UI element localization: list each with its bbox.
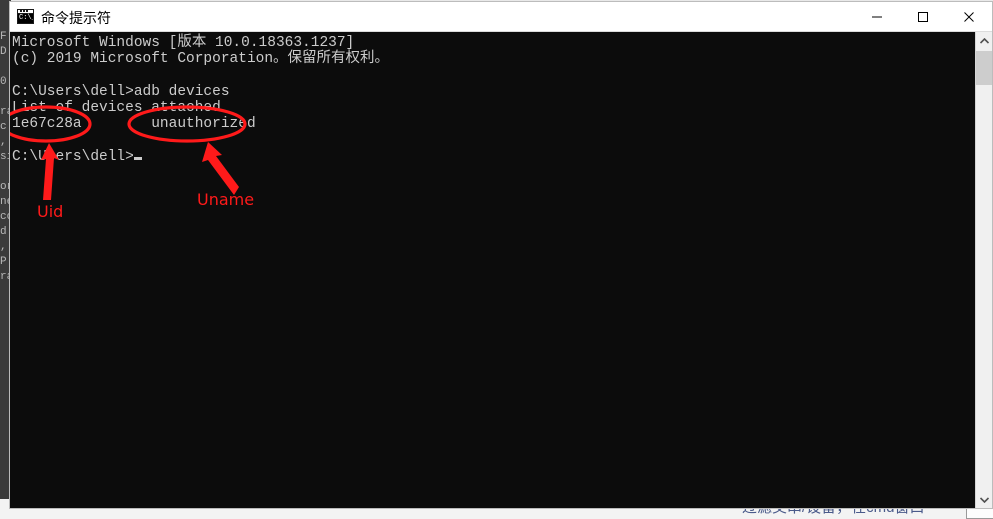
console-text: Microsoft Windows [版本 10.0.18363.1237] (… <box>12 35 389 165</box>
window-title: 命令提示符 <box>41 11 111 27</box>
scroll-up-button[interactable] <box>976 32 992 49</box>
chevron-up-icon <box>979 37 989 44</box>
cmd-icon: C:\_ <box>17 9 34 24</box>
maximize-icon <box>918 11 928 22</box>
scrollbar-thumb[interactable] <box>976 51 992 85</box>
screenshot-root: F D 0 ra c , si or ne co d , P ra 过滤交串/设… <box>0 0 993 519</box>
chevron-down-icon <box>979 496 989 503</box>
vertical-scrollbar[interactable] <box>975 32 992 508</box>
maximize-button[interactable] <box>900 2 946 31</box>
cmd-icon-glyph: C:\_ <box>18 14 33 23</box>
console-output-area[interactable]: Microsoft Windows [版本 10.0.18363.1237] (… <box>10 32 992 508</box>
text-cursor <box>133 157 142 161</box>
annotation-label-uname: Uname <box>197 190 255 209</box>
command-prompt-window: C:\_ 命令提示符 <box>9 1 993 509</box>
scroll-down-button[interactable] <box>976 491 992 508</box>
window-controls <box>854 2 992 31</box>
console-lines: Microsoft Windows [版本 10.0.18363.1237] (… <box>12 35 390 166</box>
close-button[interactable] <box>946 2 992 31</box>
window-titlebar[interactable]: C:\_ 命令提示符 <box>10 2 992 32</box>
minimize-button[interactable] <box>854 2 900 31</box>
minimize-icon <box>872 16 882 17</box>
close-icon <box>964 11 974 22</box>
annotation-label-uid: Uid <box>37 202 64 221</box>
